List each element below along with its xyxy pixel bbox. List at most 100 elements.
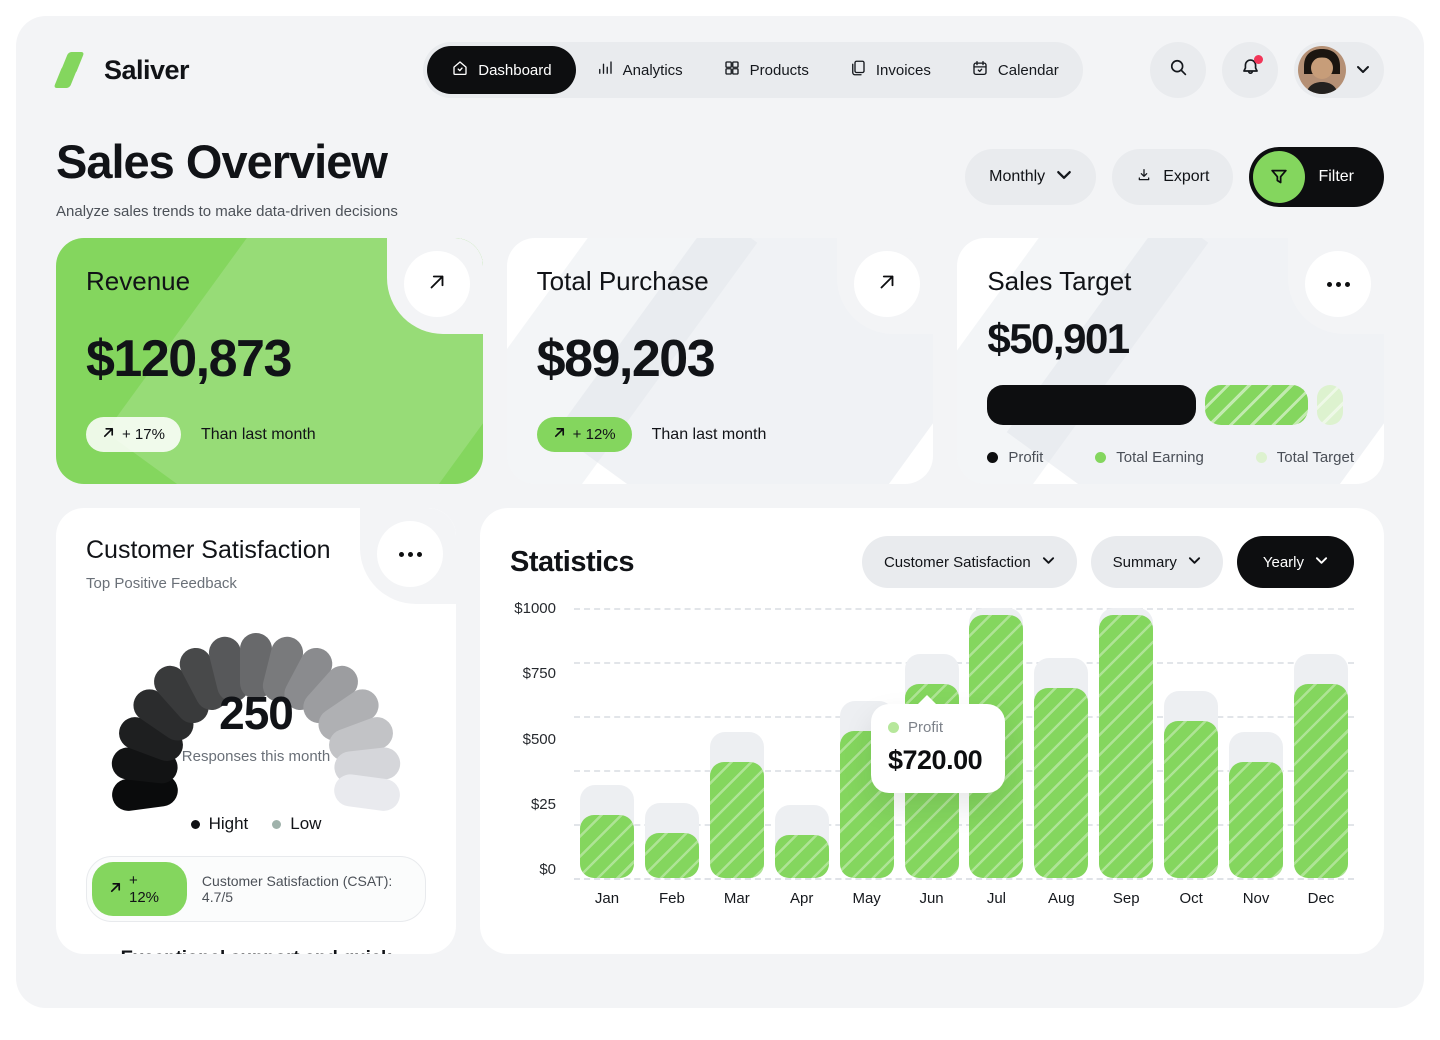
chart-tooltip: Profit $720.00 [871, 704, 1005, 793]
invoice-icon [849, 59, 867, 81]
progress-segment-total-target [1317, 385, 1343, 425]
satisfaction-more-button[interactable] [377, 521, 443, 587]
nav-label: Calendar [998, 62, 1059, 79]
x-tick-label: Jan [580, 890, 634, 907]
x-tick-label: May [840, 890, 894, 907]
page-subtitle: Analyze sales trends to make data-driven… [56, 203, 398, 220]
nav-item-invoices[interactable]: Invoices [829, 46, 951, 94]
bar-oct[interactable] [1164, 721, 1218, 878]
nav-item-calendar[interactable]: Calendar [951, 46, 1079, 94]
statistics-card: Statistics Customer Satisfaction Summary… [480, 508, 1384, 954]
y-tick-label: $25 [531, 796, 556, 813]
legend-item: Total Earning [1095, 449, 1204, 466]
legend-item: Total Target [1256, 449, 1354, 466]
total-purchase-card: Total Purchase $89,203 + 12% Than last m… [507, 238, 934, 484]
x-tick-label: Sep [1099, 890, 1153, 907]
bar-mar[interactable] [710, 762, 764, 878]
home-icon [451, 59, 469, 81]
gauge-segment [332, 772, 402, 812]
hight-label: Hight [209, 814, 249, 834]
page-header: Sales Overview Analyze sales trends to m… [56, 134, 1384, 220]
bar-jan[interactable] [580, 815, 634, 878]
csat-summary-pill: + 12% Customer Satisfaction (CSAT): 4.7/… [86, 856, 426, 922]
nav-item-products[interactable]: Products [703, 46, 829, 94]
arrow-up-right-icon [553, 426, 566, 443]
metric-dropdown-label: Customer Satisfaction [884, 554, 1031, 571]
x-tick-label: Feb [645, 890, 699, 907]
x-tick-label: Jun [905, 890, 959, 907]
sales-target-legend: Profit Total Earning Total Target [987, 449, 1354, 466]
view-dropdown-label: Summary [1113, 554, 1177, 571]
total-purchase-expand-button[interactable] [854, 251, 920, 317]
x-tick-label: Nov [1229, 890, 1283, 907]
page-title: Sales Overview [56, 134, 398, 189]
bar-chart-icon [596, 59, 614, 81]
bar-nov[interactable] [1229, 762, 1283, 878]
bar-sep[interactable] [1099, 615, 1153, 878]
profile-menu[interactable] [1294, 42, 1384, 98]
revenue-delta-badge: + 17% [86, 417, 181, 452]
range-dropdown[interactable]: Yearly [1237, 536, 1354, 588]
more-options-icon [1327, 282, 1350, 287]
x-tick-label: Aug [1034, 890, 1088, 907]
total-purchase-value: $89,203 [537, 329, 904, 389]
calendar-icon [971, 59, 989, 81]
metric-dropdown[interactable]: Customer Satisfaction [862, 536, 1077, 588]
export-button[interactable]: Export [1112, 149, 1233, 205]
download-icon [1136, 167, 1152, 188]
brand-logo[interactable]: Saliver [56, 52, 356, 88]
bar-feb[interactable] [645, 833, 699, 878]
customer-satisfaction-card: Customer Satisfaction Top Positive Feedb… [56, 508, 456, 954]
revenue-expand-button[interactable] [404, 251, 470, 317]
bar-slot-feb [645, 608, 699, 878]
csat-delta: + 12% [129, 872, 170, 906]
bar-slot-dec [1294, 608, 1348, 878]
legend-item-hight: Hight [191, 814, 249, 834]
arrow-up-right-icon [109, 881, 122, 898]
funnel-icon [1253, 151, 1305, 203]
export-button-label: Export [1163, 168, 1209, 186]
arrow-up-right-icon [426, 271, 448, 298]
bar-dec[interactable] [1294, 684, 1348, 878]
legend-label: Total Target [1277, 449, 1354, 466]
nav-item-dashboard[interactable]: Dashboard [427, 46, 575, 94]
total-purchase-delta-badge: + 12% [537, 417, 632, 452]
notifications-button[interactable] [1222, 42, 1278, 98]
csat-delta-badge: + 12% [92, 862, 187, 916]
bar-apr[interactable] [775, 835, 829, 878]
app-shell: Saliver Dashboard Analytics Products [16, 16, 1424, 1008]
period-dropdown[interactable]: Monthly [965, 149, 1096, 205]
nav-label: Invoices [876, 62, 931, 79]
bar-slot-nov [1229, 608, 1283, 878]
nav-item-analytics[interactable]: Analytics [576, 46, 703, 94]
search-button[interactable] [1150, 42, 1206, 98]
legend-label: Profit [1008, 449, 1043, 466]
kpi-cards-row: Revenue $120,873 + 17% Than last month T… [56, 238, 1384, 484]
view-dropdown[interactable]: Summary [1091, 536, 1223, 588]
page-actions: Monthly Export Filter [965, 147, 1384, 207]
sales-target-progress [987, 385, 1354, 425]
revenue-delta: + 17% [122, 426, 165, 443]
filter-button-label: Filter [1318, 168, 1354, 186]
filter-button[interactable]: Filter [1249, 147, 1384, 207]
total-purchase-delta-note: Than last month [652, 426, 767, 444]
y-axis-labels: $1000$750$500$25$0 [510, 600, 556, 878]
y-tick-label: $500 [523, 731, 556, 748]
chevron-down-icon [1315, 554, 1328, 571]
chevron-down-icon [1056, 167, 1072, 188]
nav-label: Analytics [623, 62, 683, 79]
sales-target-more-button[interactable] [1305, 251, 1371, 317]
total-purchase-delta: + 12% [573, 426, 616, 443]
tooltip-value: $720.00 [888, 745, 988, 776]
search-icon [1168, 57, 1189, 83]
range-dropdown-label: Yearly [1263, 554, 1304, 571]
statistics-filters: Customer Satisfaction Summary Yearly [862, 536, 1354, 588]
bar-aug[interactable] [1034, 688, 1088, 878]
csat-score-text: Customer Satisfaction (CSAT): 4.7/5 [202, 873, 420, 905]
x-tick-label: Mar [710, 890, 764, 907]
gauge-scale-legend: Hight Low [86, 814, 426, 834]
more-options-icon [399, 552, 422, 557]
revenue-card: Revenue $120,873 + 17% Than last month [56, 238, 483, 484]
x-tick-label: Jul [969, 890, 1023, 907]
legend-item-low: Low [272, 814, 321, 834]
